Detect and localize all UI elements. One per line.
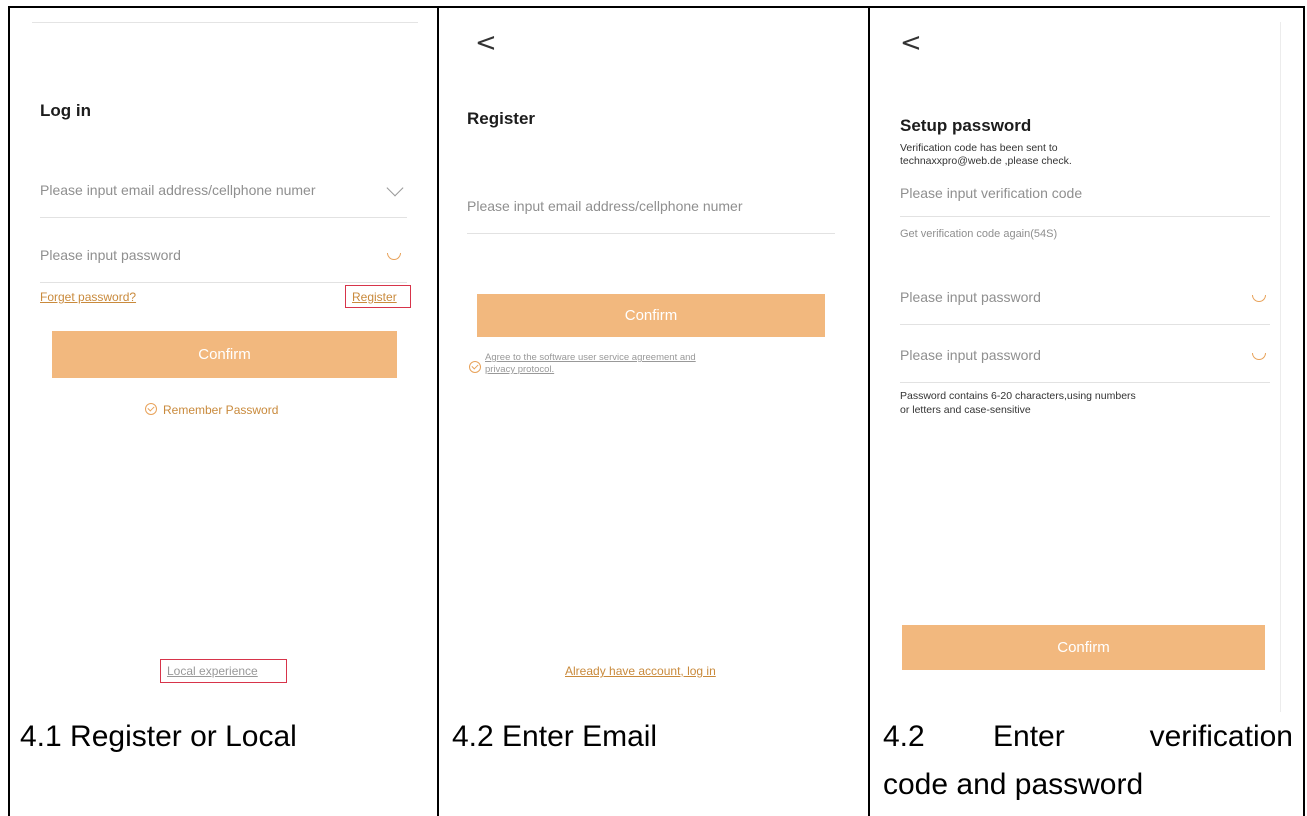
confirm-button[interactable]: Confirm	[902, 625, 1265, 670]
email-field[interactable]: Please input email address/cellphone num…	[467, 190, 835, 234]
register-link[interactable]: Register	[352, 290, 397, 304]
local-experience-link[interactable]: Local experience	[167, 664, 258, 678]
password-hint-line2: or letters and case-sensitive	[900, 404, 1031, 416]
password-confirm-placeholder: Please input password	[900, 347, 1041, 363]
page-title: Setup password	[900, 116, 1032, 135]
caption-enter-email: 4.2 Enter Email	[452, 720, 658, 753]
confirm-button[interactable]: Confirm	[52, 331, 397, 378]
setup-password-screen: < Setup password Verification code has b…	[870, 8, 1303, 717]
info-line2: technaxxpro@web.de ,please check.	[900, 155, 1072, 167]
code-placeholder: Please input verification code	[900, 185, 1083, 201]
password-placeholder: Please input password	[40, 247, 181, 263]
login-link[interactable]: Already have account, log in	[565, 664, 716, 678]
password-field[interactable]: Please input password	[900, 281, 1270, 325]
email-placeholder: Please input email address/cellphone num…	[40, 182, 316, 198]
verification-code-field[interactable]: Please input verification code	[900, 179, 1270, 217]
document-table: Log in Please input email address/cellph…	[8, 6, 1305, 816]
remember-password-label[interactable]: Remember Password	[163, 403, 278, 417]
caption-line1: 4.2 Enter verification	[883, 713, 1293, 761]
table-border-right	[1303, 6, 1305, 816]
eye-closed-icon[interactable]	[1252, 353, 1266, 360]
eye-closed-icon[interactable]	[1252, 295, 1266, 302]
resend-code-link[interactable]: Get verification code again(54S)	[900, 228, 1057, 240]
password-hint-line1: Password contains 6-20 characters,using …	[900, 390, 1136, 402]
right-divider	[1280, 22, 1281, 712]
caption-line2: code and password	[883, 768, 1144, 801]
page-title: Log in	[40, 101, 91, 120]
caption-register-or-local: 4.1 Register or Local	[20, 720, 297, 753]
email-field[interactable]: Please input email address/cellphone num…	[40, 174, 407, 218]
password-placeholder: Please input password	[900, 289, 1041, 305]
login-screen: Log in Please input email address/cellph…	[10, 8, 437, 717]
confirm-password-field[interactable]: Please input password	[900, 339, 1270, 383]
forget-password-link[interactable]: Forget password?	[40, 290, 136, 304]
back-arrow-icon[interactable]: <	[475, 30, 497, 56]
caption-number: 4.2	[883, 720, 925, 753]
checkbox-icon[interactable]	[145, 403, 157, 415]
agreement-link-line1[interactable]: Agree to the software user service agree…	[485, 352, 696, 363]
back-arrow-icon[interactable]: <	[900, 30, 922, 56]
page-title: Register	[467, 109, 536, 128]
info-line1: Verification code has been sent to	[900, 142, 1058, 154]
email-placeholder: Please input email address/cellphone num…	[467, 198, 743, 214]
password-field[interactable]: Please input password	[40, 239, 407, 283]
checkbox-icon[interactable]	[469, 361, 481, 373]
agreement-link-line2[interactable]: privacy protocol.	[485, 364, 554, 375]
top-divider	[32, 22, 418, 23]
caption-word-enter: Enter	[993, 720, 1065, 753]
chevron-down-icon[interactable]	[386, 179, 404, 197]
caption-enter-code-password: 4.2 Enter verification code and password	[883, 713, 1293, 809]
caption-word-verification: verification	[1149, 720, 1293, 753]
confirm-button[interactable]: Confirm	[477, 294, 825, 337]
register-screen: < Register Please input email address/ce…	[439, 8, 868, 717]
eye-closed-icon[interactable]	[387, 253, 401, 260]
